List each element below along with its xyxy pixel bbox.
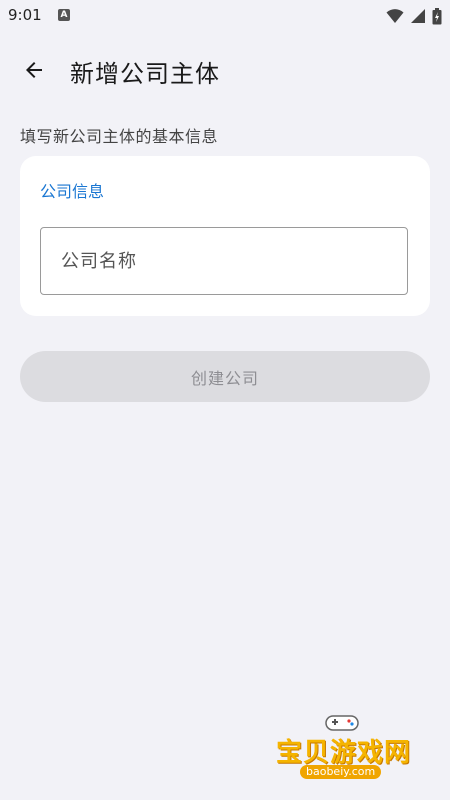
wifi-icon [386,9,404,23]
status-bar: 9:01 A [0,0,450,32]
company-info-card: 公司信息 [20,156,430,316]
status-icons [386,7,442,25]
gamepad-icon [325,715,359,731]
form-subtitle: 填写新公司主体的基本信息 [20,127,219,146]
card-title: 公司信息 [40,182,105,201]
battery-icon [432,7,442,24]
signal-icon [411,9,425,23]
a-notification-icon: A [58,9,70,21]
page-title: 新增公司主体 [70,60,220,88]
arrow-left-icon [26,62,42,78]
back-button[interactable] [12,48,56,92]
status-time: 9:01 [8,6,42,24]
company-name-input[interactable] [40,227,408,295]
create-company-button[interactable]: 创建公司 [20,351,430,402]
watermark-url: baobeiy.com [300,765,382,779]
watermark-text: 宝贝游戏网 [276,738,412,768]
app-bar: 新增公司主体 [0,40,450,100]
watermark-logo: 宝贝游戏网 baobeiy.com [270,712,430,792]
